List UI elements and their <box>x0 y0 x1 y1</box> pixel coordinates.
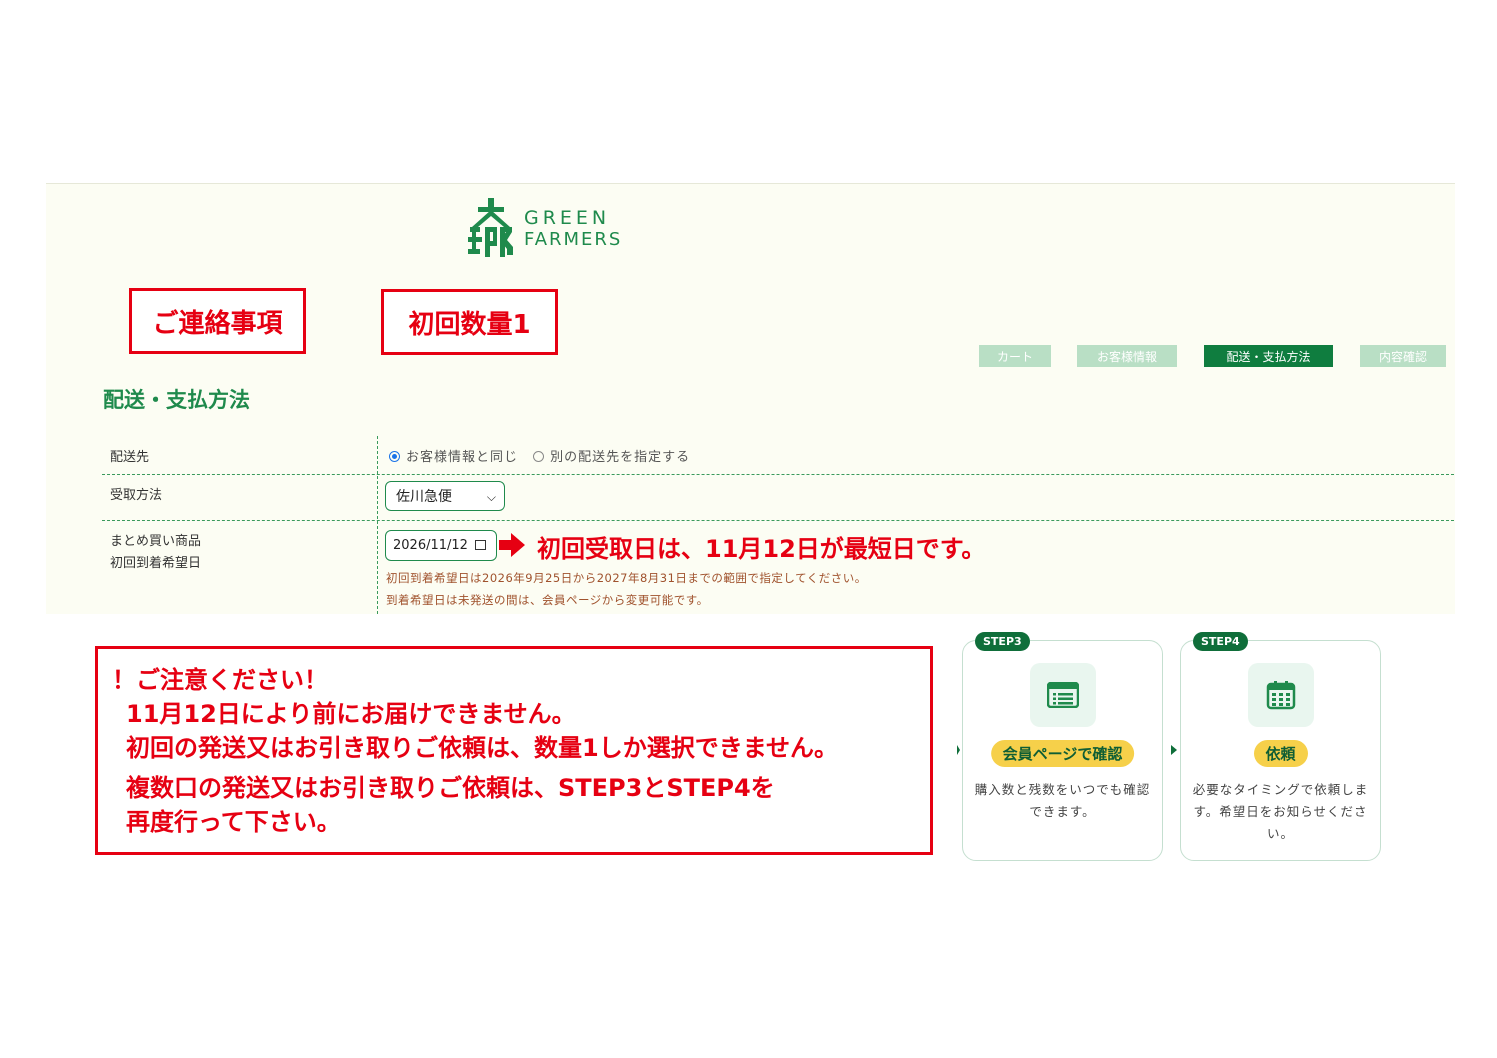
step3-card: STEP3 会員ページで確認 購入数と残数をいつでも確認できます。 <box>962 632 1163 861</box>
step4-pill: 依頼 <box>1253 740 1308 767</box>
row-divider <box>102 520 1454 521</box>
first-arrival-date-input[interactable]: 2026/11/12 <box>385 530 497 561</box>
step4-card: STEP4 依頼 必要なタイミングで依頼します。希望日をお知らせください。 <box>1180 632 1381 861</box>
step3-pill: 会員ページで確認 <box>990 740 1135 767</box>
radio-label-same: お客様情報と同じ <box>406 450 519 465</box>
first-date-annotation: 初回受取日は、11月12日が最短日です。 <box>537 535 986 563</box>
radio-other-destination[interactable] <box>533 451 545 462</box>
page-title: 配送・支払方法 <box>103 388 250 412</box>
caution-box: ！ご注意ください！ 11月12日により前にお届けできません。 初回の発送又はお引… <box>95 646 933 855</box>
step-connector-icon <box>957 745 960 755</box>
receive-method-select[interactable]: 佐川急便 ⌵ <box>385 481 505 511</box>
date-change-note: 到着希望日は未発送の間は、会員ページから変更可能です。 <box>386 593 709 607</box>
first-arrival-label-line2: 初回到着希望日 <box>110 556 202 571</box>
caution-line: 初回の発送又はお引き取りご依頼は、数量1しか選択できません。 <box>126 734 838 762</box>
annotation-contact-box: ご連絡事項 <box>129 288 306 354</box>
calendar-icon <box>1266 681 1296 710</box>
green-farmers-logo: GREEN FARMERS <box>466 197 622 261</box>
logo-text-farmers: FARMERS <box>524 229 623 250</box>
step3-badge: STEP3 <box>975 632 1030 651</box>
caution-line: 複数口の発送又はお引き取りご依頼は、STEP3とSTEP4を <box>126 774 775 802</box>
receive-method-label: 受取方法 <box>110 488 163 503</box>
red-arrow-icon <box>499 533 525 557</box>
date-range-note: 初回到着希望日は2026年9月25日から2027年8月31日までの範囲で指定して… <box>386 571 867 585</box>
calendar-picker-icon[interactable] <box>475 540 486 550</box>
caution-line: 11月12日により前にお届けできません。 <box>126 700 576 728</box>
row-divider <box>102 474 1454 475</box>
step4-badge: STEP4 <box>1193 632 1248 651</box>
radio-same-as-customer[interactable] <box>389 451 400 462</box>
first-arrival-label-line1: まとめ買い商品 <box>110 534 202 549</box>
caution-line: 再度行って下さい。 <box>126 808 341 836</box>
list-icon <box>1047 682 1079 708</box>
logo-text-green: GREEN <box>524 207 611 229</box>
destination-radio-group: お客様情報と同じ 別の配送先を指定する <box>389 446 690 465</box>
first-arrival-date-value: 2026/11/12 <box>393 538 468 553</box>
column-divider <box>377 436 378 614</box>
radio-label-other: 別の配送先を指定する <box>550 450 691 465</box>
annotation-first-quantity-box: 初回数量1 <box>381 289 558 355</box>
stepnav-shipping-payment[interactable]: 配送・支払方法 <box>1204 345 1333 367</box>
step4-description: 必要なタイミングで依頼します。希望日をお知らせください。 <box>1192 782 1369 841</box>
first-arrival-label: まとめ買い商品 初回到着希望日 <box>110 531 201 575</box>
destination-label: 配送先 <box>110 450 150 465</box>
step3-description: 購入数と残数をいつでも確認できます。 <box>974 782 1151 819</box>
stepnav-cart[interactable]: カート <box>979 345 1051 367</box>
tree-logo-icon <box>468 198 513 257</box>
step-connector-icon <box>1171 745 1177 755</box>
chevron-down-icon: ⌵ <box>486 490 496 504</box>
caution-heading: ！ご注意ください！ <box>112 666 328 694</box>
stepnav-customer-info[interactable]: お客様情報 <box>1077 345 1177 367</box>
receive-method-value: 佐川急便 <box>396 489 452 505</box>
stepnav-confirm[interactable]: 内容確認 <box>1360 345 1446 367</box>
